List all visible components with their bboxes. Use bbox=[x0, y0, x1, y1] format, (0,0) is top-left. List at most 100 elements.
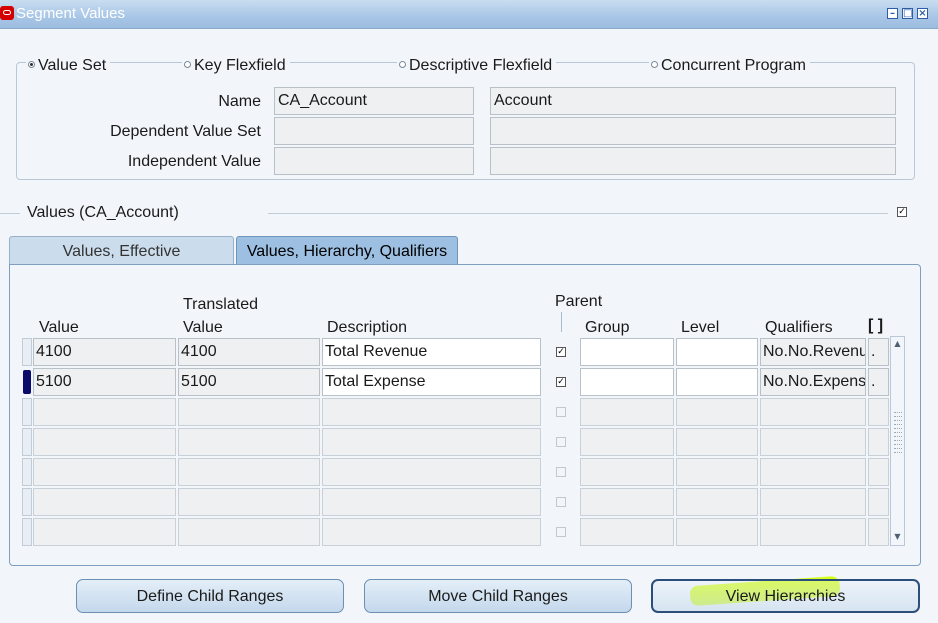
cell-description[interactable] bbox=[322, 428, 541, 456]
cell-value[interactable]: 4100 bbox=[33, 338, 176, 366]
scroll-grip-line bbox=[894, 412, 902, 414]
cell-description[interactable] bbox=[322, 398, 541, 426]
radio-value-set[interactable]: Value Set bbox=[26, 57, 111, 75]
cell-level[interactable] bbox=[676, 518, 758, 546]
cell-translated-value[interactable] bbox=[178, 518, 320, 546]
cell-value[interactable] bbox=[33, 398, 176, 426]
cell-group[interactable] bbox=[580, 428, 674, 456]
cell-qualifiers[interactable] bbox=[760, 458, 866, 486]
cell-qualifiers[interactable] bbox=[760, 428, 866, 456]
close-icon[interactable]: × bbox=[917, 8, 928, 19]
col-header-description: Description bbox=[327, 319, 408, 336]
parent-checkbox[interactable] bbox=[556, 407, 566, 417]
parent-checkbox[interactable] bbox=[556, 527, 566, 537]
row-selector[interactable] bbox=[22, 428, 32, 456]
cell-translated-value[interactable] bbox=[178, 428, 320, 456]
cell-folder-extra[interactable] bbox=[868, 488, 889, 516]
folder-icon[interactable]: [ ] bbox=[868, 317, 883, 335]
cell-description[interactable]: Total Expense bbox=[322, 368, 541, 396]
dependent-description-field[interactable] bbox=[490, 117, 896, 145]
cell-translated-value[interactable] bbox=[178, 398, 320, 426]
define-child-ranges-button[interactable]: Define Child Ranges bbox=[76, 579, 344, 613]
cell-folder-extra[interactable]: . bbox=[868, 338, 889, 366]
cell-qualifiers[interactable]: No.No.Revenue bbox=[760, 338, 866, 366]
cell-qualifiers[interactable]: No.No.Expense bbox=[760, 368, 866, 396]
cell-translated-value[interactable]: 5100 bbox=[178, 368, 320, 396]
cell-description[interactable] bbox=[322, 488, 541, 516]
radio-key-flexfield[interactable]: Key Flexfield bbox=[182, 57, 290, 75]
cell-folder-extra[interactable] bbox=[868, 518, 889, 546]
row-selector[interactable] bbox=[22, 518, 32, 546]
cell-value[interactable] bbox=[33, 488, 176, 516]
view-hierarchies-button[interactable]: View Hierarchies bbox=[651, 579, 920, 613]
cell-folder-extra[interactable]: . bbox=[868, 368, 889, 396]
independent-value-field[interactable] bbox=[274, 147, 474, 175]
cell-description[interactable] bbox=[322, 458, 541, 486]
cell-group[interactable] bbox=[580, 488, 674, 516]
cell-translated-value[interactable] bbox=[178, 488, 320, 516]
restore-icon[interactable]: □ bbox=[902, 8, 913, 19]
parent-checkbox[interactable] bbox=[556, 467, 566, 477]
cell-folder-extra[interactable] bbox=[868, 458, 889, 486]
scroll-up-icon[interactable]: ▲ bbox=[893, 339, 902, 348]
cell-level[interactable] bbox=[676, 488, 758, 516]
parent-checkbox[interactable]: ✓ bbox=[556, 347, 566, 357]
cell-group[interactable] bbox=[580, 518, 674, 546]
minimize-icon[interactable]: – bbox=[887, 8, 898, 19]
tab-values-effective[interactable]: Values, Effective bbox=[9, 236, 234, 265]
tab-values-hierarchy-qualifiers[interactable]: Values, Hierarchy, Qualifiers bbox=[236, 236, 458, 265]
scroll-grip-line bbox=[894, 452, 902, 454]
radio-button-icon[interactable] bbox=[184, 60, 191, 68]
values-section-checkbox[interactable]: ✓ bbox=[897, 207, 907, 217]
row-selector[interactable] bbox=[22, 338, 32, 366]
radio-button-icon[interactable] bbox=[651, 60, 658, 68]
cell-group[interactable] bbox=[580, 338, 674, 366]
radio-button-icon[interactable] bbox=[399, 60, 406, 68]
parent-checkbox[interactable] bbox=[556, 437, 566, 447]
name-description-field[interactable]: Account bbox=[490, 87, 896, 115]
radio-descriptive-flexfield[interactable]: Descriptive Flexfield bbox=[397, 57, 557, 75]
parent-checkbox[interactable]: ✓ bbox=[556, 377, 566, 387]
cell-level[interactable] bbox=[676, 338, 758, 366]
radio-concurrent-program[interactable]: Concurrent Program bbox=[649, 57, 810, 75]
scroll-grip-line bbox=[894, 420, 902, 422]
column-divider bbox=[561, 312, 562, 332]
independent-description-field[interactable] bbox=[490, 147, 896, 175]
cell-value[interactable] bbox=[33, 518, 176, 546]
cell-translated-value[interactable] bbox=[178, 458, 320, 486]
col-header-value: Value bbox=[39, 319, 79, 336]
row-selector[interactable] bbox=[23, 370, 31, 394]
section-divider bbox=[0, 213, 20, 214]
row-selector[interactable] bbox=[22, 458, 32, 486]
name-field[interactable]: CA_Account bbox=[274, 87, 474, 115]
cell-group[interactable] bbox=[580, 458, 674, 486]
cell-folder-extra[interactable] bbox=[868, 428, 889, 456]
cell-value[interactable]: 5100 bbox=[33, 368, 176, 396]
cell-group[interactable] bbox=[580, 398, 674, 426]
row-selector[interactable] bbox=[22, 398, 32, 426]
row-selector[interactable] bbox=[22, 488, 32, 516]
move-child-ranges-button[interactable]: Move Child Ranges bbox=[364, 579, 632, 613]
cell-level[interactable] bbox=[676, 458, 758, 486]
cell-qualifiers[interactable] bbox=[760, 518, 866, 546]
cell-group[interactable] bbox=[580, 368, 674, 396]
scroll-down-icon[interactable]: ▼ bbox=[893, 532, 902, 541]
scroll-grip-line bbox=[894, 436, 902, 438]
cell-level[interactable] bbox=[676, 368, 758, 396]
cell-folder-extra[interactable] bbox=[868, 398, 889, 426]
button-label: View Hierarchies bbox=[725, 588, 846, 605]
name-label: Name bbox=[218, 93, 261, 110]
cell-value[interactable] bbox=[33, 458, 176, 486]
cell-description[interactable] bbox=[322, 518, 541, 546]
dependent-value-set-field[interactable] bbox=[274, 117, 474, 145]
cell-translated-value[interactable]: 4100 bbox=[178, 338, 320, 366]
cell-value[interactable] bbox=[33, 428, 176, 456]
cell-qualifiers[interactable] bbox=[760, 488, 866, 516]
cell-qualifiers[interactable] bbox=[760, 398, 866, 426]
cell-level[interactable] bbox=[676, 398, 758, 426]
cell-description[interactable]: Total Revenue bbox=[322, 338, 541, 366]
parent-checkbox[interactable] bbox=[556, 497, 566, 507]
col-header-translated: Translated bbox=[183, 296, 258, 313]
radio-button-icon[interactable] bbox=[28, 60, 35, 68]
cell-level[interactable] bbox=[676, 428, 758, 456]
